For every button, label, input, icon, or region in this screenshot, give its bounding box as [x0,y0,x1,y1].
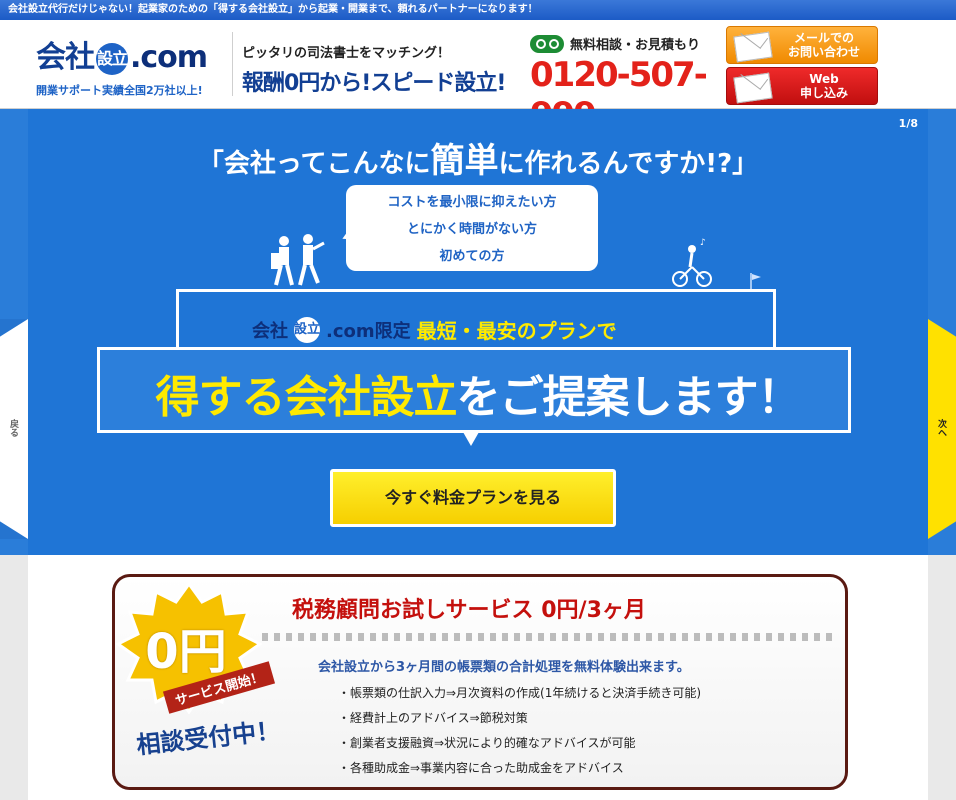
top-announcement-bar: 会社設立代行だけじゃない！起業家のための「得する会社設立」から起業・開業まで、頼… [0,0,956,20]
bicycle-rider-illustration: ♪ [672,238,712,287]
hero-title: 「会社ってこんなに簡単に作れるんですか!?」 [0,133,956,182]
headline-rest: をご提案します！ [456,372,802,423]
next-slide-button[interactable]: 次へ [928,319,956,539]
header-tagline: ピッタリの司法書士をマッチング！ [242,46,451,61]
web-button-label: Web 申し込み [799,72,848,100]
plan-brand-suffix: .com限定 [326,320,411,342]
hero-slider: 戻る 次へ 1/8 「会社ってこんなに簡単に作れるんですか!?」 コストを最小限… [0,109,956,555]
envelope-icon [733,31,773,63]
logo-suffix: .com [130,40,208,75]
site-logo[interactable]: 会社 設立 .com 開業サポート実績全国2万社以上! [36,32,226,97]
arrow-down-icon [463,432,479,446]
promo-feature-list: ・帳票類の仕訳入力⇒月次資料の作成(1年続けると決済手続き可能) ・経費計上のア… [338,684,701,784]
list-item: ・各種助成金⇒事業内容に合った助成金をアドバイス [338,761,624,775]
view-pricing-button[interactable]: 今すぐ料金プランを見る [330,469,616,527]
header-headline: 報酬0円から!スピード設立! [242,71,506,96]
goal-flag-icon [750,273,761,289]
zero-yen-badge: 0円 [145,624,227,680]
list-item: ・創業者支援融資⇒状況により的確なアドバイスが可能 [338,736,636,750]
mail-inquiry-button[interactable]: メールでの お問い合わせ [726,26,878,64]
web-apply-button[interactable]: Web 申し込み [726,67,878,105]
header-divider [232,32,233,96]
site-header: 会社 設立 .com 開業サポート実績全国2万社以上! ピッタリの司法書士をマッチン… [0,20,956,135]
logo-prefix: 会社 [36,40,95,75]
envelope-pen-icon [733,72,773,104]
headline-highlight: 得する会社設立 [155,372,458,423]
hero-headline: 得する会社設立をご提案します！ [0,361,956,425]
logo-subtitle: 開業サポート実績全国2万社以上! [36,84,203,97]
phone-label: 無料相談・お見積もり [570,38,701,53]
plan-brand-badge: 設立 [294,316,320,343]
promo-subtitle: 会社設立から3ヶ月間の帳票類の合計処理を無料体験出来ます。 [318,660,690,675]
speech-bubble: コストを最小限に抑えたい方 とにかく時間がない方 初めての方 [346,185,598,271]
logo-badge: 設立 [96,42,128,75]
plan-brand: 会社 [252,320,288,342]
walking-people-illustration [271,234,325,286]
hero-title-emphasis: 簡単 [430,141,499,181]
slide-counter: 1/8 [898,117,918,130]
plan-line: 会社 設立 .com限定 最短・最安のプランで [252,315,617,344]
phone-contact[interactable]: 無料相談・お見積もり 0120-507-999 [530,34,720,135]
plan-text: 最短・最安のプランで [416,319,617,343]
announcement-text: 会社設立代行だけじゃない！起業家のための「得する会社設立」から起業・開業まで、頼… [8,4,538,15]
promo-title: 税務顧問お試しサービス 0円/3ヶ月 [292,598,646,623]
hero-title-pre: 「会社ってこんなに [197,149,431,179]
prev-slide-button[interactable]: 戻る [0,319,28,539]
dotted-divider [262,633,836,641]
list-item: ・経費計上のアドバイス⇒節税対策 [338,711,528,725]
list-item: ・帳票類の仕訳入力⇒月次資料の作成(1年続けると決済手続き可能) [338,686,702,700]
mail-button-label: メールでの お問い合わせ [787,31,860,59]
bubble-line: とにかく時間がない方 [406,222,537,237]
svg-text:♪: ♪ [700,238,706,248]
bubble-line: コストを最小限に抑えたい方 [387,195,557,210]
bubble-line: 初めての方 [439,249,505,264]
hero-title-post: に作れるんですか!?」 [498,149,759,179]
freedial-icon [530,34,564,53]
